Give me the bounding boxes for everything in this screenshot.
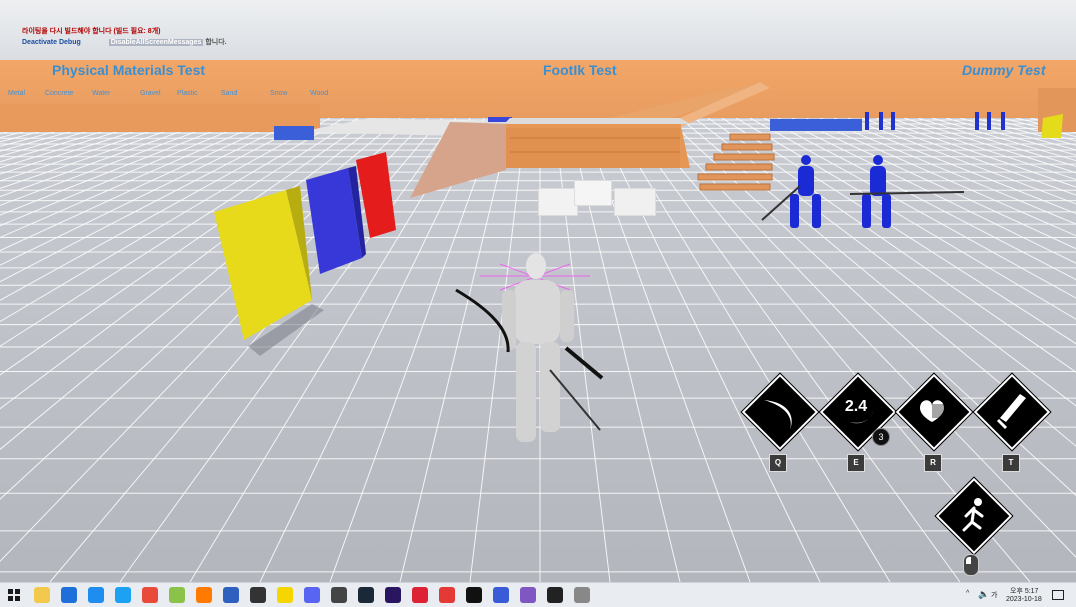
material-label: Water xyxy=(92,90,111,97)
sword-icon xyxy=(996,394,1026,430)
material-label: Metal xyxy=(8,90,26,97)
rebuild-warning: 라이팅을 다시 빌드해야 합니다 (빌드 필요: 8개) xyxy=(22,28,161,35)
tray-chevron-icon[interactable]: ^ xyxy=(966,590,969,597)
edge-dev-icon[interactable] xyxy=(88,587,104,603)
white-block xyxy=(614,188,656,216)
skill-e-cooldown: 2.4 xyxy=(844,398,868,415)
skill-r[interactable] xyxy=(895,373,973,451)
mouse-icon xyxy=(963,554,979,576)
deactivate-debug-label: Deactivate Debug xyxy=(22,39,81,46)
windows-start-icon[interactable] xyxy=(8,589,20,601)
record-icon[interactable] xyxy=(412,587,428,603)
heart-shield-icon xyxy=(920,400,944,422)
material-label: Sand xyxy=(221,90,238,97)
material-label: Plastic xyxy=(177,90,198,97)
key-e: E xyxy=(847,454,865,472)
zone-title-footik: FootIk Test xyxy=(543,62,617,78)
video-player-icon[interactable] xyxy=(331,587,347,603)
clock-time[interactable]: 오후 5:17 xyxy=(1010,586,1038,596)
material-label: Gravel xyxy=(140,90,161,97)
notification-icon[interactable] xyxy=(1052,590,1064,600)
key-t: T xyxy=(1002,454,1020,472)
deactivate-debug-tail: DisableAllScreenMessages xyxy=(108,39,204,46)
zone-title-dummy: Dummy Test xyxy=(962,62,1046,78)
file-explorer-icon[interactable] xyxy=(34,587,50,603)
purple-app-icon[interactable] xyxy=(520,587,536,603)
blue-app-icon[interactable] xyxy=(493,587,509,603)
clock-date[interactable]: 2023-10-18 xyxy=(1006,596,1042,603)
material-label: Snow xyxy=(270,90,288,97)
discord-icon[interactable] xyxy=(304,587,320,603)
key-q: Q xyxy=(769,454,787,472)
deactivate-debug-suffix: 합니다. xyxy=(205,39,227,46)
skill-q[interactable] xyxy=(741,373,819,451)
roblox-icon[interactable] xyxy=(547,587,563,603)
running-man-icon xyxy=(962,498,984,532)
blue-dummies xyxy=(761,155,965,228)
github-desktop-icon[interactable] xyxy=(250,587,266,603)
search-app-icon[interactable] xyxy=(196,587,212,603)
steam-icon[interactable] xyxy=(358,587,374,603)
chrome-icon[interactable] xyxy=(142,587,158,603)
kakao-icon[interactable] xyxy=(277,587,293,603)
material-label: Wood xyxy=(310,90,329,97)
material-label: Concrete xyxy=(45,90,74,97)
app-green-icon[interactable] xyxy=(169,587,185,603)
skill-t[interactable] xyxy=(973,373,1051,451)
sprint-skill[interactable] xyxy=(935,477,1013,555)
key-r: R xyxy=(924,454,942,472)
twitter-icon[interactable] xyxy=(115,587,131,603)
colored-walls xyxy=(214,152,396,356)
volume-icon[interactable]: 🔈 xyxy=(978,589,989,600)
game-viewport[interactable]: 라이팅을 다시 빌드해야 합니다 (빌드 필요: 8개) Deactivate … xyxy=(0,0,1076,582)
deactivate-debug: Deactivate Debug DisableAllScreenMessage… xyxy=(22,37,227,47)
slash-icon xyxy=(764,400,792,430)
skill-e-stack: 3 xyxy=(872,428,890,446)
zone-title-physical: Physical Materials Test xyxy=(52,62,206,78)
player-character xyxy=(455,253,604,442)
premiere-icon[interactable] xyxy=(385,587,401,603)
white-block xyxy=(574,180,612,206)
media-icon[interactable] xyxy=(574,587,590,603)
ime-icon[interactable]: 가 xyxy=(991,590,997,600)
skill-e[interactable]: 2.4 3 xyxy=(819,373,897,451)
unreal-icon[interactable] xyxy=(466,587,482,603)
distant-dummies xyxy=(865,112,1063,138)
edge-icon[interactable] xyxy=(61,587,77,603)
white-block xyxy=(538,188,578,216)
blue-panel xyxy=(274,126,314,140)
vscode-icon[interactable] xyxy=(223,587,239,603)
taskbar: ^ 🔈 가 오후 5:17 2023-10-18 xyxy=(0,582,1076,607)
game-app-icon[interactable] xyxy=(439,587,455,603)
